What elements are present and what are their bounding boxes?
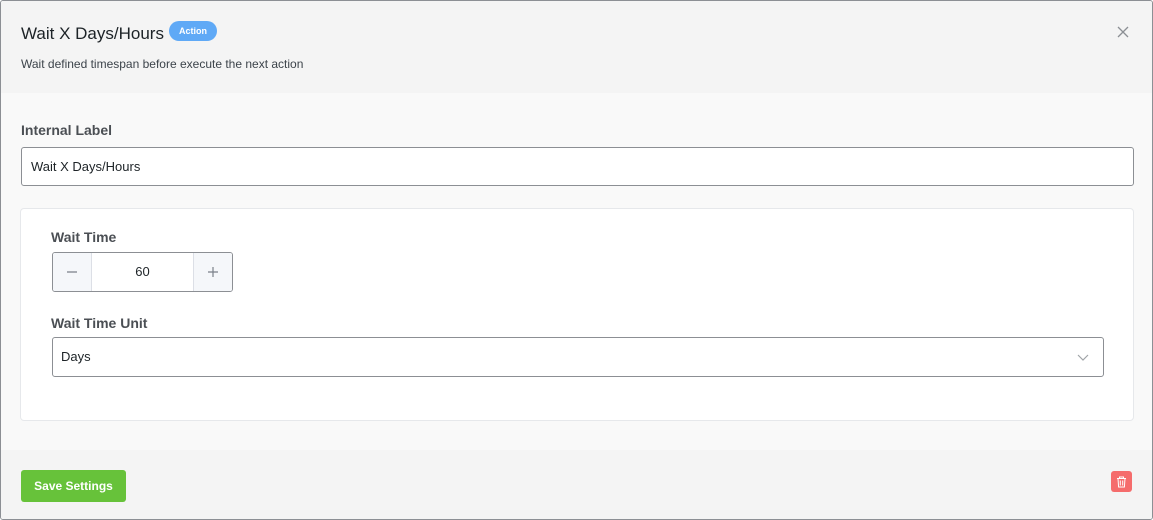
wait-time-stepper: 60	[52, 252, 233, 292]
trash-icon	[1117, 476, 1126, 487]
minus-icon	[67, 271, 77, 273]
wait-time-unit-label: Wait Time Unit	[51, 315, 148, 331]
internal-label-input[interactable]	[21, 147, 1134, 186]
modal-header: Wait X Days/Hours Action Wait defined ti…	[1, 1, 1152, 93]
increment-button[interactable]	[193, 253, 232, 291]
close-icon[interactable]	[1116, 25, 1130, 39]
modal-footer: Save Settings	[1, 450, 1152, 519]
wait-time-value[interactable]: 60	[92, 253, 193, 291]
title-row: Wait X Days/Hours Action	[21, 21, 217, 45]
wait-time-unit-select[interactable]: Days	[52, 337, 1104, 377]
plus-icon	[208, 267, 218, 277]
save-settings-button[interactable]: Save Settings	[21, 470, 126, 502]
modal-subtitle: Wait defined timespan before execute the…	[21, 57, 304, 71]
wait-time-unit-value: Days	[61, 349, 91, 364]
settings-panel: Wait Time 60 Wait Time Unit Days	[20, 208, 1134, 421]
action-badge: Action	[168, 21, 217, 41]
delete-button[interactable]	[1111, 471, 1132, 492]
wait-time-label: Wait Time	[51, 229, 117, 245]
modal-title: Wait X Days/Hours	[21, 24, 164, 43]
chevron-down-icon	[1077, 354, 1089, 361]
decrement-button[interactable]	[53, 253, 92, 291]
modal-dialog: Wait X Days/Hours Action Wait defined ti…	[0, 0, 1153, 520]
internal-label-label: Internal Label	[21, 122, 113, 138]
